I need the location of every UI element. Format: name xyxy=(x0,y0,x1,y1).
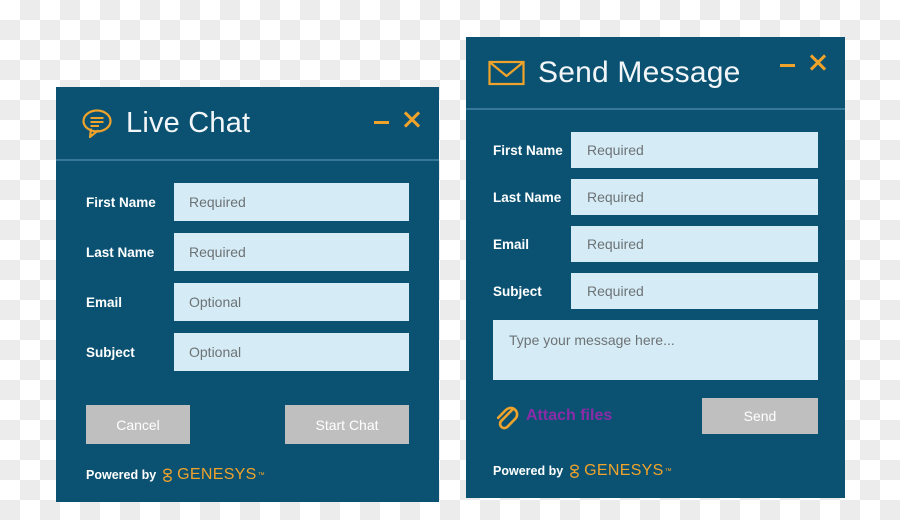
email-label: Email xyxy=(86,294,123,310)
last-name-label: Last Name xyxy=(493,189,562,205)
first-name-input[interactable]: Required xyxy=(571,132,818,168)
send-message-window-controls xyxy=(779,52,828,72)
paperclip-icon xyxy=(493,402,519,430)
send-message-form: First Name Required Last Name Required E… xyxy=(466,108,845,380)
genesys-logo-icon xyxy=(161,467,174,483)
live-chat-window-controls xyxy=(373,109,422,129)
minimize-icon[interactable] xyxy=(779,53,796,71)
close-icon[interactable] xyxy=(808,52,828,72)
field-row-email: Email Required xyxy=(493,226,818,262)
powered-by-label: Powered by xyxy=(493,464,564,478)
field-row-last-name: Last Name Required xyxy=(493,179,818,215)
header-divider xyxy=(56,159,439,161)
last-name-input[interactable]: Required xyxy=(571,179,818,215)
speech-bubble-icon xyxy=(80,106,114,140)
subject-label: Subject xyxy=(86,344,135,360)
live-chat-title: Live Chat xyxy=(126,106,251,139)
live-chat-form: First Name Required Last Name Required E… xyxy=(56,159,439,371)
email-input[interactable]: Optional xyxy=(174,283,409,321)
genesys-wordmark: GENESYS xyxy=(177,466,257,483)
genesys-wordmark: GENESYS xyxy=(584,462,664,479)
message-textarea[interactable]: Type your message here... xyxy=(493,320,818,380)
attach-files-label: Attach files xyxy=(526,407,613,424)
field-row-first-name: First Name Required xyxy=(493,132,818,168)
last-name-label: Last Name xyxy=(86,244,155,260)
genesys-trademark: ™ xyxy=(664,467,672,475)
screenshot-stage: Live Chat First Name Required Last Name … xyxy=(0,0,900,520)
subject-input[interactable]: Optional xyxy=(174,333,409,371)
subject-label: Subject xyxy=(493,283,542,299)
minimize-icon[interactable] xyxy=(373,110,390,128)
close-icon[interactable] xyxy=(402,109,422,129)
header-divider xyxy=(466,108,845,110)
field-row-first-name: First Name Required xyxy=(86,183,409,221)
live-chat-footer: Powered by GENESYS ™ xyxy=(56,466,439,502)
send-message-header: Send Message xyxy=(466,37,845,110)
genesys-trademark: ™ xyxy=(257,471,265,479)
first-name-input[interactable]: Required xyxy=(174,183,409,221)
envelope-icon xyxy=(488,58,525,88)
send-message-title: Send Message xyxy=(538,55,741,89)
send-message-footer: Powered by GENESYS ™ xyxy=(466,462,845,498)
email-input[interactable]: Required xyxy=(571,226,818,262)
live-chat-widget: Live Chat First Name Required Last Name … xyxy=(56,87,439,502)
field-row-email: Email Optional xyxy=(86,283,409,321)
send-message-actions: Attach files Send xyxy=(466,380,845,434)
first-name-label: First Name xyxy=(493,142,563,158)
powered-by-label: Powered by xyxy=(86,468,157,482)
field-row-subject: Subject Required xyxy=(493,273,818,309)
attach-files-button[interactable]: Attach files xyxy=(493,402,612,430)
cancel-button[interactable]: Cancel xyxy=(86,405,190,444)
start-chat-button[interactable]: Start Chat xyxy=(285,405,409,444)
subject-input[interactable]: Required xyxy=(571,273,818,309)
live-chat-actions: Cancel Start Chat xyxy=(56,383,439,444)
last-name-input[interactable]: Required xyxy=(174,233,409,271)
send-message-widget: Send Message First Name Required Last Na… xyxy=(466,37,845,498)
email-label: Email xyxy=(493,236,530,252)
first-name-label: First Name xyxy=(86,194,156,210)
live-chat-header: Live Chat xyxy=(56,87,439,161)
send-button[interactable]: Send xyxy=(702,398,818,434)
field-row-subject: Subject Optional xyxy=(86,333,409,371)
genesys-logo-icon xyxy=(568,463,581,479)
field-row-last-name: Last Name Required xyxy=(86,233,409,271)
